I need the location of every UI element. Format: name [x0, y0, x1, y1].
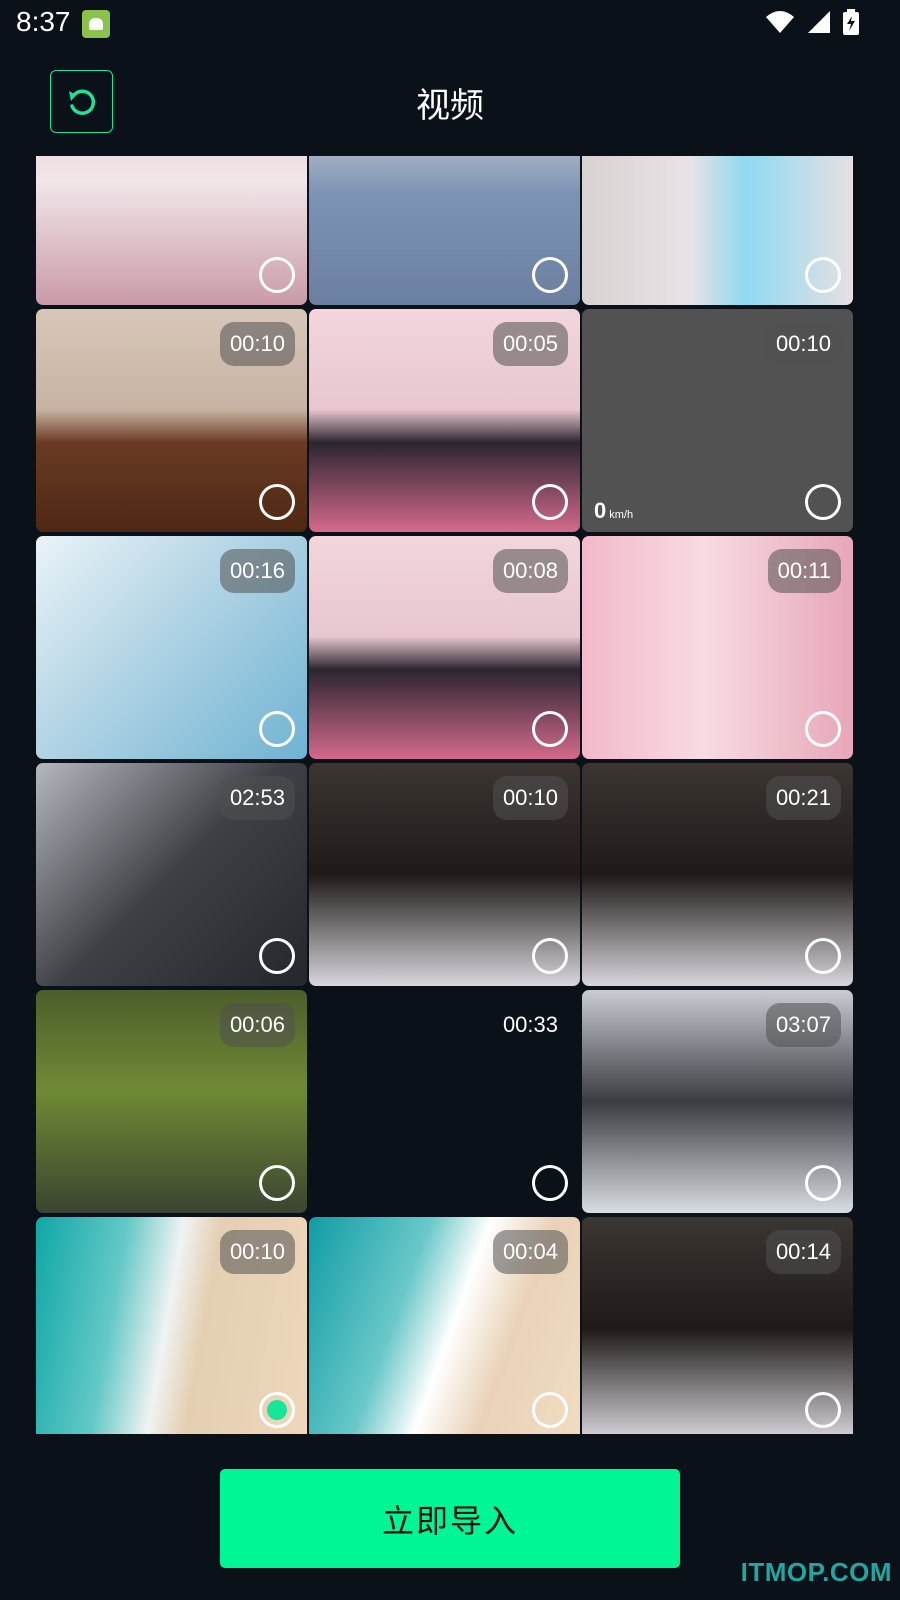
watermark: ITMOP.COM	[740, 1557, 892, 1587]
video-thumbnail[interactable]: 00:33	[309, 990, 580, 1213]
video-grid[interactable]: 00:10 00:05 00:10 0 km/h 00:16 00:08 00:11 02:5…	[36, 156, 866, 1434]
select-checkbox[interactable]	[259, 484, 295, 520]
speed-readout: 0 km/h	[594, 498, 633, 524]
video-thumbnail[interactable]: 00:11	[582, 536, 853, 759]
battery-charging-icon	[843, 9, 859, 35]
duration-badge: 00:10	[765, 322, 841, 366]
video-thumbnail[interactable]: 00:10	[36, 309, 307, 532]
import-now-button[interactable]: 立即导入	[220, 1469, 680, 1568]
select-checkbox[interactable]	[532, 711, 568, 747]
duration-badge: 00:10	[219, 1230, 295, 1274]
select-checkbox[interactable]	[259, 938, 295, 974]
video-thumbnail[interactable]	[309, 156, 580, 305]
app-notification-icon	[82, 10, 110, 38]
status-time: 8:37	[16, 6, 71, 37]
video-thumbnail[interactable]: 00:16	[36, 536, 307, 759]
select-checkbox[interactable]	[805, 938, 841, 974]
video-thumbnail[interactable]: 00:05	[309, 309, 580, 532]
video-thumbnail[interactable]: 02:53	[36, 763, 307, 986]
video-thumbnail[interactable]: 00:08	[309, 536, 580, 759]
select-checkbox[interactable]	[259, 711, 295, 747]
duration-badge: 00:14	[765, 1230, 841, 1274]
duration-badge: 03:07	[765, 1003, 841, 1047]
select-checkbox[interactable]	[805, 257, 841, 293]
video-thumbnail[interactable]: 00:10	[309, 763, 580, 986]
selected-checkbox[interactable]	[259, 1392, 295, 1428]
status-bar: 8:37	[0, 0, 900, 48]
duration-badge: 02:53	[219, 776, 295, 820]
wifi-icon	[766, 11, 794, 33]
duration-badge: 00:10	[219, 322, 295, 366]
select-checkbox[interactable]	[259, 257, 295, 293]
duration-badge: 00:08	[492, 549, 568, 593]
status-icons	[764, 8, 860, 36]
duration-badge: 00:33	[502, 1012, 558, 1037]
select-checkbox[interactable]	[532, 484, 568, 520]
video-thumbnail[interactable]: 00:06	[36, 990, 307, 1213]
video-thumbnail[interactable]: 03:07	[582, 990, 853, 1213]
duration-badge: 00:11	[767, 549, 841, 593]
select-checkbox[interactable]	[532, 1392, 568, 1428]
video-thumbnail[interactable]	[36, 156, 307, 305]
video-thumbnail[interactable]: 00:21	[582, 763, 853, 986]
duration-badge: 00:04	[492, 1230, 568, 1274]
video-thumbnail[interactable]: 00:14	[582, 1217, 853, 1434]
cell-signal-icon	[808, 11, 830, 33]
duration-badge: 00:21	[765, 776, 841, 820]
select-checkbox[interactable]	[805, 711, 841, 747]
video-thumbnail[interactable]: 00:10	[36, 1217, 307, 1434]
duration-badge: 00:05	[492, 322, 568, 366]
select-checkbox[interactable]	[532, 1165, 568, 1201]
duration-badge: 00:10	[492, 776, 568, 820]
speed-value: 0	[594, 498, 607, 523]
duration-badge: 00:06	[219, 1003, 295, 1047]
select-checkbox[interactable]	[532, 938, 568, 974]
video-thumbnail[interactable]	[582, 156, 853, 305]
select-checkbox[interactable]	[259, 1165, 295, 1201]
duration-badge: 00:16	[219, 549, 295, 593]
select-checkbox[interactable]	[805, 484, 841, 520]
page-title: 视频	[416, 86, 484, 126]
select-checkbox[interactable]	[532, 257, 568, 293]
video-thumbnail[interactable]: 00:10 0 km/h	[582, 309, 853, 532]
select-checkbox[interactable]	[805, 1165, 841, 1201]
select-checkbox[interactable]	[805, 1392, 841, 1428]
speed-unit: km/h	[606, 509, 634, 521]
video-thumbnail[interactable]: 00:04	[309, 1217, 580, 1434]
